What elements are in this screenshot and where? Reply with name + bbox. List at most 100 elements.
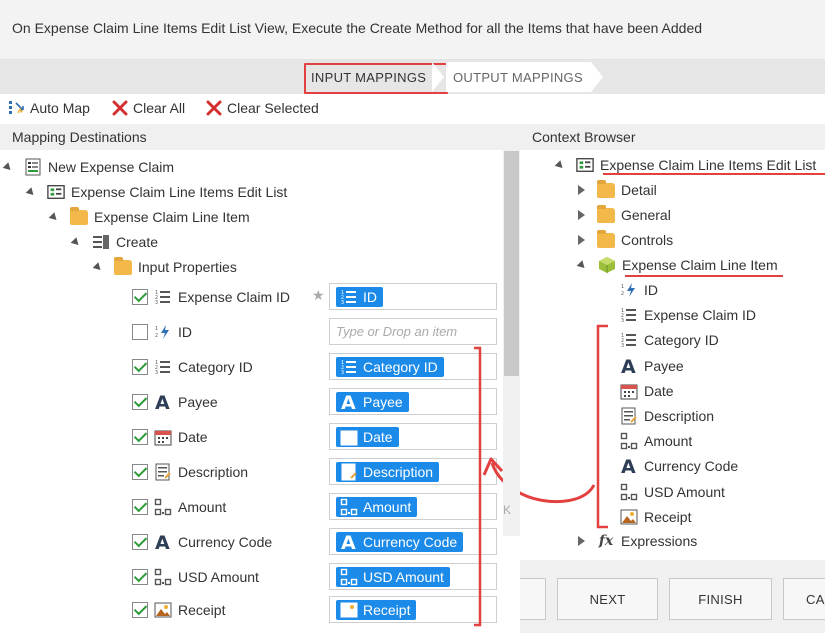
memo-icon	[340, 463, 358, 481]
svg-text:A: A	[621, 357, 636, 375]
context-field[interactable]: A Currency Code	[620, 455, 738, 477]
tree-label: Date	[644, 382, 674, 399]
expand-toggle[interactable]	[25, 186, 37, 198]
svg-text:1: 1	[155, 326, 158, 332]
tree-label: Expense Claim ID	[644, 307, 757, 324]
tree-label: Currency Code	[644, 458, 739, 475]
expand-toggle[interactable]	[578, 536, 585, 546]
mapped-value-chip[interactable]: Receipt	[336, 600, 417, 620]
tree-label: New Expense Claim	[48, 159, 175, 175]
mapping-drop-field[interactable]: Type or Drop an item	[329, 318, 497, 345]
mapped-value-chip[interactable]: A Payee	[336, 392, 409, 412]
tree-node-new-expense-claim[interactable]: New Expense Claim	[2, 156, 175, 178]
dialog-title: On Expense Claim Line Items Edit List Vi…	[12, 20, 703, 36]
finish-button[interactable]: FINISH	[669, 578, 772, 620]
property-label: Payee	[178, 394, 218, 410]
context-field[interactable]: 123 Expense Claim ID	[620, 304, 756, 326]
property-checkbox[interactable]	[132, 602, 148, 618]
context-node-line-item[interactable]: Expense Claim Line Item	[576, 254, 778, 276]
context-field[interactable]: Description	[620, 405, 714, 427]
back-button-edge[interactable]	[520, 578, 546, 620]
svg-text:3: 3	[341, 300, 344, 306]
property-checkbox[interactable]	[132, 569, 148, 585]
mapped-value-chip[interactable]: 123 Category ID	[336, 357, 444, 377]
expand-toggle[interactable]	[92, 261, 104, 273]
number-list-icon: 123	[340, 358, 358, 376]
tab-input-mappings[interactable]: INPUT MAPPINGS	[311, 70, 426, 85]
folder-icon	[597, 204, 615, 224]
context-node-expressions[interactable]: fx Expressions	[578, 530, 697, 552]
clear-selected-button[interactable]: Clear Selected	[205, 99, 319, 117]
tab-output-mappings[interactable]: OUTPUT MAPPINGS	[453, 70, 583, 85]
tree-node-create[interactable]: Create	[70, 231, 158, 253]
property-checkbox[interactable]	[132, 534, 148, 550]
svg-text:3: 3	[621, 343, 624, 349]
mapped-value-chip[interactable]: USD Amount	[336, 567, 450, 587]
tree-node-line-item[interactable]: Expense Claim Line Item	[48, 206, 250, 228]
property-row: Description	[132, 460, 248, 484]
mapped-value-chip[interactable]: Description	[336, 462, 440, 482]
context-field[interactable]: USD Amount	[620, 481, 725, 503]
expand-toggle[interactable]	[578, 185, 585, 195]
mapping-drop-field[interactable]: 123 ID	[329, 283, 497, 310]
cancel-button[interactable]: CA	[783, 578, 825, 620]
property-row: Amount	[132, 495, 226, 519]
property-checkbox[interactable]	[132, 464, 148, 480]
expand-toggle[interactable]	[48, 211, 60, 223]
property-label: ID	[178, 324, 192, 340]
context-field[interactable]: 12 ID	[620, 279, 658, 301]
context-folder-general[interactable]: General	[578, 204, 671, 226]
auto-map-button[interactable]: Auto Map	[8, 99, 90, 117]
memo-icon	[154, 463, 172, 481]
context-field[interactable]: Amount	[620, 430, 692, 452]
scrollbar-thumb[interactable]	[504, 151, 519, 376]
context-field[interactable]: Receipt	[620, 506, 691, 528]
text-a-icon: A	[340, 533, 358, 551]
mapped-value-chip[interactable]: A Currency Code	[336, 532, 464, 552]
tree-node-edit-list[interactable]: Expense Claim Line Items Edit List	[25, 181, 287, 203]
tree-label: Description	[644, 408, 715, 424]
form-icon	[24, 158, 42, 176]
expand-toggle[interactable]	[554, 159, 566, 171]
expand-toggle[interactable]	[578, 235, 585, 245]
tree-label: Payee	[644, 357, 684, 374]
property-checkbox[interactable]	[132, 289, 148, 305]
property-label: Receipt	[178, 602, 226, 618]
property-checkbox[interactable]	[132, 499, 148, 515]
required-star-icon: ★	[312, 287, 325, 303]
next-button[interactable]: NEXT	[557, 578, 658, 620]
property-checkbox[interactable]	[132, 429, 148, 445]
context-folder-controls[interactable]: Controls	[578, 229, 673, 251]
mapped-value-chip[interactable]: 123 ID	[336, 287, 383, 307]
context-browser-title: Context Browser	[532, 129, 636, 145]
expand-toggle[interactable]	[578, 210, 585, 220]
property-row: Receipt	[132, 598, 225, 622]
tree-label: Expense Claim Line Item	[622, 257, 778, 273]
property-checkbox[interactable]	[132, 359, 148, 375]
folder-icon	[597, 229, 615, 249]
tree-label: General	[621, 207, 671, 223]
expand-toggle[interactable]	[576, 259, 588, 271]
mapped-value-chip[interactable]: Amount	[336, 497, 418, 517]
clear-all-button[interactable]: Clear All	[111, 99, 185, 117]
image-icon	[154, 601, 172, 619]
expand-toggle[interactable]	[2, 161, 14, 173]
mapped-value-chip[interactable]: Date	[336, 427, 399, 447]
step-chevron	[432, 62, 444, 92]
mapping-toolbar: Auto Map Clear All Clear Selected	[0, 94, 825, 122]
context-field[interactable]: A Payee	[620, 355, 684, 377]
decimal-icon	[154, 498, 172, 516]
number-list-icon: 123	[340, 288, 358, 306]
context-field[interactable]: 123 Category ID	[620, 329, 719, 351]
clear-all-label: Clear All	[133, 100, 186, 116]
context-field[interactable]: Date	[620, 380, 674, 402]
property-label: Category ID	[178, 359, 253, 375]
property-checkbox[interactable]	[132, 394, 148, 410]
dialog-header: On Expense Claim Line Items Edit List Vi…	[0, 0, 825, 60]
svg-text:A: A	[155, 393, 170, 411]
expand-toggle[interactable]	[70, 236, 82, 248]
context-folder-detail[interactable]: Detail	[578, 179, 657, 201]
tree-label: ID	[644, 282, 658, 298]
property-checkbox[interactable]	[132, 324, 148, 340]
tree-node-input-properties[interactable]: Input Properties	[92, 256, 237, 278]
